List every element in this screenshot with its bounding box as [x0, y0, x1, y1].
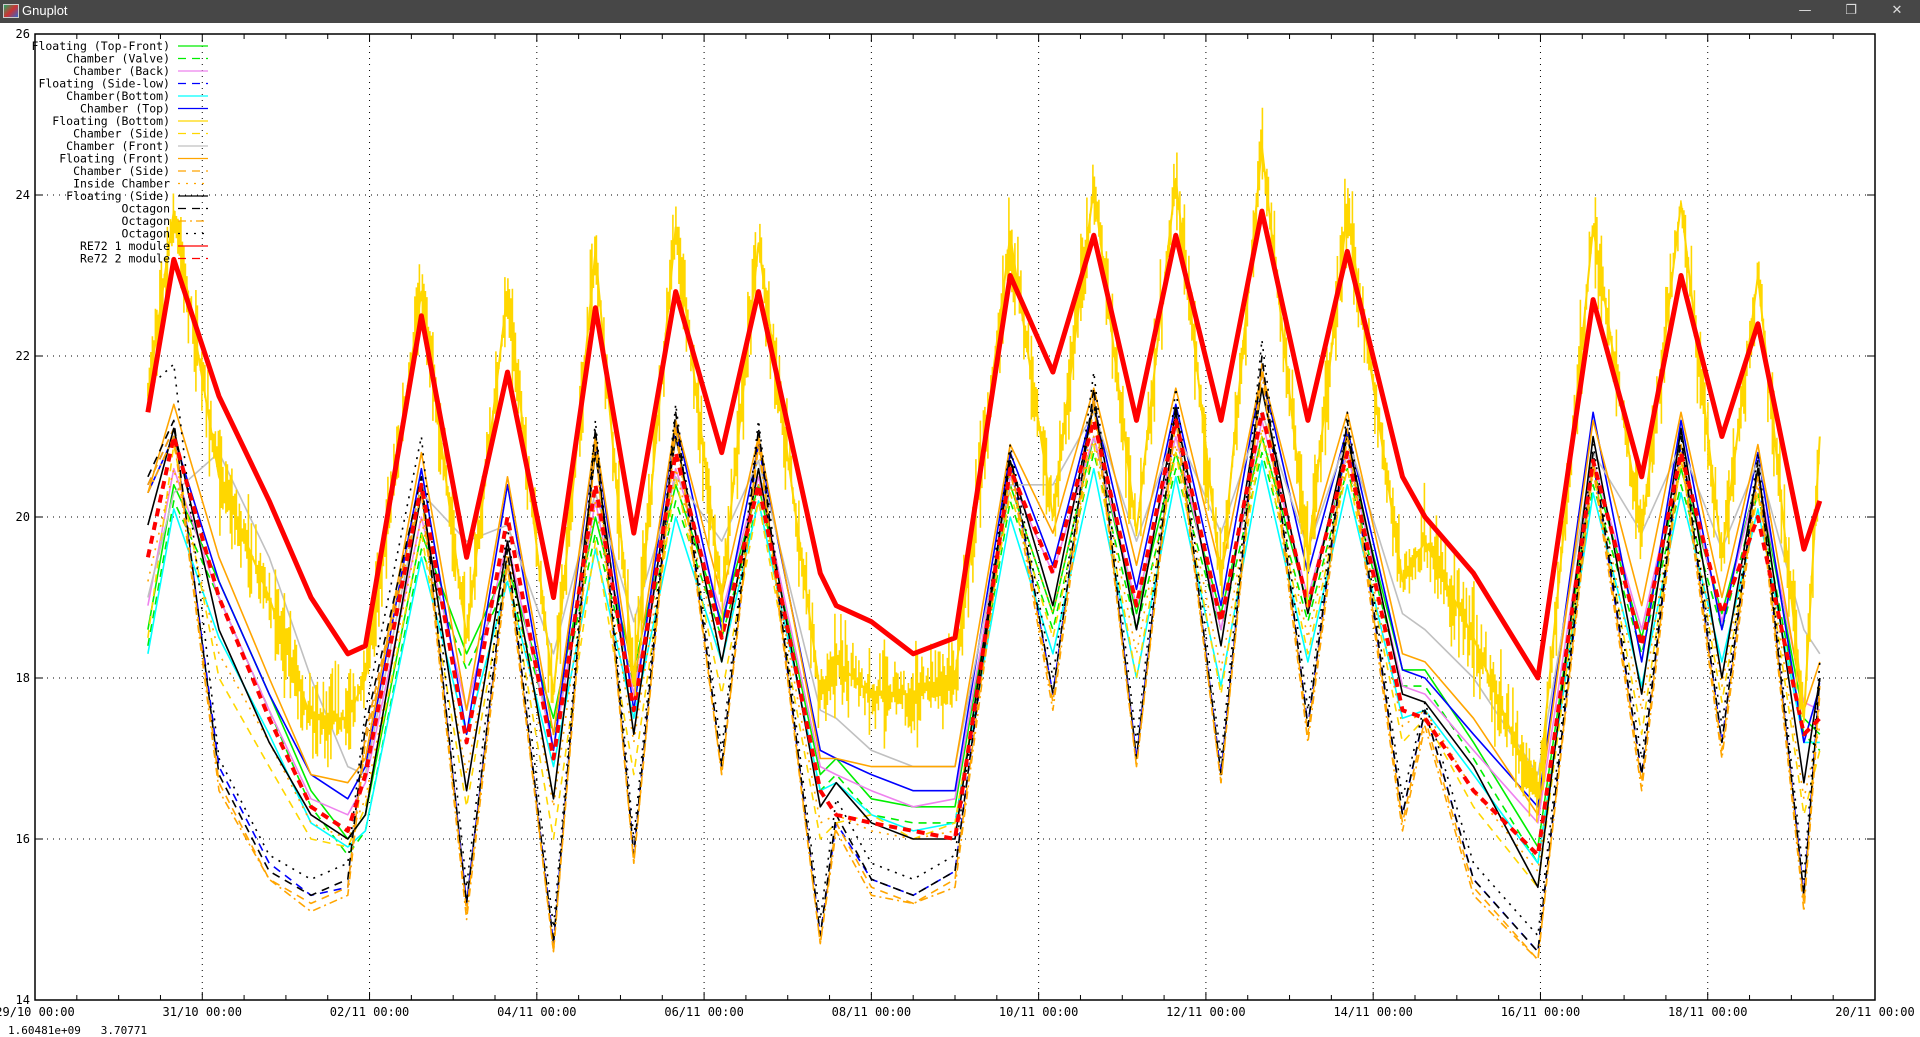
x-tick-label: 20/11 00:00: [1835, 1005, 1914, 1019]
y-tick-label: 18: [16, 671, 30, 685]
x-tick-label: 18/11 00:00: [1668, 1005, 1747, 1019]
x-tick-label: 31/10 00:00: [163, 1005, 242, 1019]
legend-label: Re72 2 module: [80, 252, 170, 266]
series-lines: [145, 107, 1823, 961]
x-tick-label: 29/10 00:00: [0, 1005, 75, 1019]
y-tick-label: 22: [16, 349, 30, 363]
y-tick-label: 26: [16, 27, 30, 41]
y-tick-label: 24: [16, 188, 30, 202]
y-tick-label: 16: [16, 832, 30, 846]
x-tick-label: 16/11 00:00: [1501, 1005, 1580, 1019]
x-tick-label: 04/11 00:00: [497, 1005, 576, 1019]
x-tick-label: 14/11 00:00: [1333, 1005, 1412, 1019]
x-tick-label: 06/11 00:00: [664, 1005, 743, 1019]
mouse-coordinate-readout: 1.60481e+09 3.70771: [8, 1024, 148, 1037]
x-tick-label: 08/11 00:00: [832, 1005, 911, 1019]
x-tick-label: 12/11 00:00: [1166, 1005, 1245, 1019]
plot-canvas[interactable]: 1416182022242629/10 00:00 31/10 00:00 02/1…: [0, 0, 1920, 1037]
x-tick-label: 10/11 00:00: [999, 1005, 1078, 1019]
x-tick-label: 02/11 00:00: [330, 1005, 409, 1019]
y-tick-label: 20: [16, 510, 30, 524]
